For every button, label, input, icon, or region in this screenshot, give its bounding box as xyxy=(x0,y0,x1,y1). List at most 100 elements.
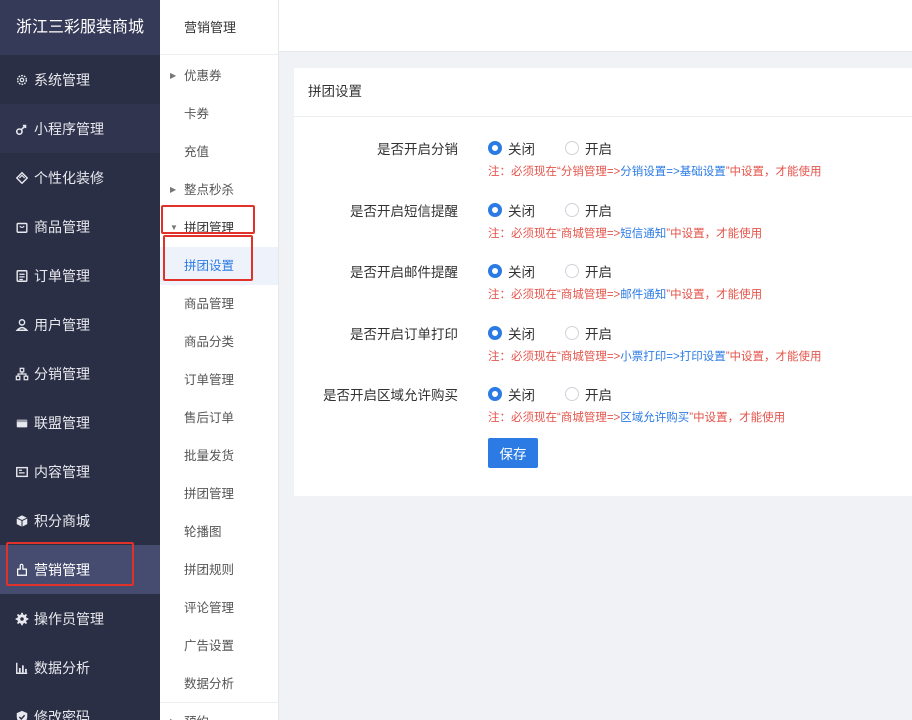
submenu-item-label: 售后订单 xyxy=(184,411,235,425)
submenu-item-card[interactable]: 卡券 xyxy=(160,95,278,133)
store-icon xyxy=(14,415,30,431)
submenu-item-ads[interactable]: 广告设置 xyxy=(160,627,278,665)
sidebar-item-password[interactable]: 修改密码 xyxy=(0,692,160,720)
sidebar-item-analytics[interactable]: 数据分析 xyxy=(0,643,160,692)
submenu-item-label: 轮播图 xyxy=(184,525,222,539)
submenu-item-label: 订单管理 xyxy=(184,373,235,387)
submenu-item-flash-sale[interactable]: ▶ 整点秒杀 xyxy=(160,171,278,209)
radio-off[interactable]: 关闭 xyxy=(488,200,535,220)
submenu-item-carousel[interactable]: 轮播图 xyxy=(160,513,278,551)
radio-dot-icon xyxy=(565,326,579,340)
radio-dot-icon xyxy=(488,326,502,340)
sidebar-item-alliance[interactable]: 联盟管理 xyxy=(0,398,160,447)
note-link[interactable]: 短信通知 xyxy=(620,228,666,240)
sidebar-item-goods[interactable]: 商品管理 xyxy=(0,202,160,251)
radio-on[interactable]: 开启 xyxy=(565,261,612,281)
submenu-item-aftersale[interactable]: 售后订单 xyxy=(160,399,278,437)
radio-label: 关闭 xyxy=(508,327,535,342)
setting-label: 是否开启分销 xyxy=(377,142,458,157)
radio-group: 关闭 开启 xyxy=(488,384,642,404)
sidebar-item-content[interactable]: 内容管理 xyxy=(0,447,160,496)
submenu-item-comments[interactable]: 评论管理 xyxy=(160,589,278,627)
radio-on[interactable]: 开启 xyxy=(565,323,612,343)
note-link[interactable]: 邮件通知 xyxy=(620,289,666,301)
note-link[interactable]: 区域允许购买 xyxy=(620,412,689,424)
sidebar-item-label: 订单管理 xyxy=(34,267,90,284)
panel-title: 拼团设置 xyxy=(294,68,912,117)
note-link[interactable]: 小票打印=>打印设置 xyxy=(620,351,725,363)
submenu-item-analytics[interactable]: 数据分析 xyxy=(160,665,278,703)
submenu-item-group-manage[interactable]: 拼团管理 xyxy=(160,475,278,513)
radio-label: 关闭 xyxy=(508,265,535,280)
sidebar-item-miniprogram[interactable]: 小程序管理 xyxy=(0,104,160,153)
gear-icon xyxy=(14,72,30,88)
radio-group: 关闭 开启 xyxy=(488,138,642,158)
save-button[interactable]: 保存 xyxy=(488,438,538,468)
radio-dot-icon xyxy=(488,141,502,155)
submenu-item-label: 拼团管理 xyxy=(184,221,235,235)
sidebar-item-operators[interactable]: 操作员管理 xyxy=(0,594,160,643)
submenu-item-label: 拼团规则 xyxy=(184,563,235,577)
sidebar-item-label: 小程序管理 xyxy=(34,120,104,137)
radio-label: 开启 xyxy=(585,204,612,219)
radio-group: 关闭 开启 xyxy=(488,261,642,281)
submenu-title: 营销管理 xyxy=(160,0,278,55)
submenu-item-label: 数据分析 xyxy=(184,677,235,691)
submenu-item-label: 评论管理 xyxy=(184,601,235,615)
sidebar-item-label: 用户管理 xyxy=(34,316,90,333)
submenu-item-recharge[interactable]: 充值 xyxy=(160,133,278,171)
settings-panel: 拼团设置 是否开启分销 关闭 开启 注：必须现在“分销管理=>分销设置=>基础设… xyxy=(294,68,912,496)
submenu-item-group-rules[interactable]: 拼团规则 xyxy=(160,551,278,589)
hierarchy-icon xyxy=(14,366,30,382)
list-icon xyxy=(14,268,30,284)
caret-right-icon: ▶ xyxy=(170,71,177,80)
radio-label: 开启 xyxy=(585,265,612,280)
submenu-item-label: 预约 xyxy=(184,715,209,720)
submenu-item-coupon[interactable]: ▶ 优惠券 xyxy=(160,57,278,95)
sidebar-item-distribution[interactable]: 分销管理 xyxy=(0,349,160,398)
sidebar-item-marketing[interactable]: 营销管理 xyxy=(0,545,160,594)
submenu-item-category[interactable]: 商品分类 xyxy=(160,323,278,361)
radio-off[interactable]: 关闭 xyxy=(488,384,535,404)
note-link[interactable]: 分销设置=>基础设置 xyxy=(620,166,725,178)
setting-note: 注：必须现在“商城管理=>邮件通知”中设置，才能使用 xyxy=(488,289,763,301)
doc-icon xyxy=(14,464,30,480)
setting-note: 注：必须现在“商城管理=>短信通知”中设置，才能使用 xyxy=(488,228,763,240)
sidebar-item-system[interactable]: 系统管理 xyxy=(0,55,160,104)
sidebar-item-label: 数据分析 xyxy=(34,659,90,676)
radio-label: 关闭 xyxy=(508,204,535,219)
radio-on[interactable]: 开启 xyxy=(565,200,612,220)
top-bar xyxy=(279,0,912,52)
bag-icon xyxy=(14,219,30,235)
radio-on[interactable]: 开启 xyxy=(565,138,612,158)
submenu-item-orders[interactable]: 订单管理 xyxy=(160,361,278,399)
radio-off[interactable]: 关闭 xyxy=(488,261,535,281)
submenu-item-group-buy[interactable]: ▼ 拼团管理 xyxy=(160,209,278,247)
submenu-item-group-settings[interactable]: 拼团设置 xyxy=(160,247,278,285)
sidebar-item-decoration[interactable]: 个性化装修 xyxy=(0,153,160,202)
submenu-item-label: 卡券 xyxy=(184,107,210,121)
setting-note: 注：必须现在“分销管理=>分销设置=>基础设置”中设置，才能使用 xyxy=(488,166,822,178)
user-icon xyxy=(14,317,30,333)
submenu-item-batch-ship[interactable]: 批量发货 xyxy=(160,437,278,475)
submenu-item-booking[interactable]: ▶ 预约 xyxy=(160,703,278,720)
radio-off[interactable]: 关闭 xyxy=(488,323,535,343)
radio-off[interactable]: 关闭 xyxy=(488,138,535,158)
caret-down-icon: ▼ xyxy=(170,223,178,232)
sidebar-item-label: 内容管理 xyxy=(34,463,90,480)
sidebar-item-label: 营销管理 xyxy=(34,561,90,578)
submenu-item-label: 拼团管理 xyxy=(184,487,235,501)
cog-icon xyxy=(14,611,30,627)
radio-group: 关闭 开启 xyxy=(488,323,642,343)
sidebar-item-label: 联盟管理 xyxy=(34,414,90,431)
sidebar-item-points-mall[interactable]: 积分商城 xyxy=(0,496,160,545)
radio-on[interactable]: 开启 xyxy=(565,384,612,404)
sidebar-item-label: 个性化装修 xyxy=(34,169,104,186)
sidebar-item-users[interactable]: 用户管理 xyxy=(0,300,160,349)
submenu-item-goods[interactable]: 商品管理 xyxy=(160,285,278,323)
sidebar-item-label: 商品管理 xyxy=(34,218,90,235)
radio-dot-icon xyxy=(488,264,502,278)
radio-dot-icon xyxy=(488,203,502,217)
submenu-item-label: 充值 xyxy=(184,145,210,159)
sidebar-item-orders[interactable]: 订单管理 xyxy=(0,251,160,300)
